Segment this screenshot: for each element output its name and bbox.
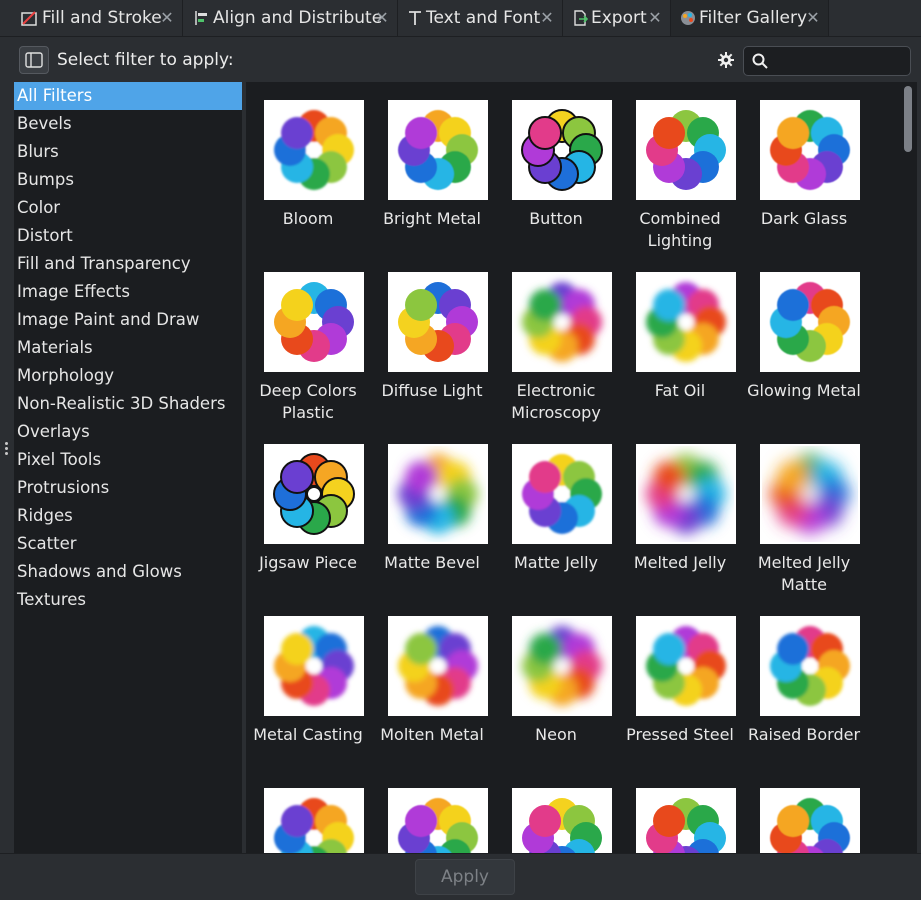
filter-label: Jigsaw Piece — [259, 553, 357, 572]
close-icon[interactable]: ✕ — [375, 9, 389, 27]
filter-label: Glowing Metal — [747, 381, 861, 400]
filter-label: Deep Colors Plastic — [259, 381, 357, 422]
toggle-sidebar-button[interactable] — [19, 46, 49, 74]
category-item-bevels[interactable]: Bevels — [14, 110, 242, 138]
filter-label: Dark Glass — [760, 209, 848, 228]
filter-thumbnail — [512, 444, 612, 544]
scrollbar-thumb[interactable] — [904, 86, 912, 152]
tab-align-and-distribute[interactable]: Align and Distribute ✕ — [183, 0, 398, 36]
filter-thumbnail — [264, 100, 364, 200]
category-item-overlays[interactable]: Overlays — [14, 418, 242, 446]
category-item-distort[interactable]: Distort — [14, 222, 242, 250]
tab-label: Filter Gallery — [699, 8, 808, 28]
filter-label: Melted Jelly — [633, 553, 727, 572]
filter-label: Button — [529, 209, 583, 228]
tab-text-and-font[interactable]: Text and Font ✕ — [398, 0, 563, 36]
filter-thumbnail — [388, 272, 488, 372]
close-icon[interactable]: ✕ — [806, 9, 820, 27]
filter-label: Metal Casting — [253, 725, 363, 744]
filter-thumbnail — [512, 272, 612, 372]
category-item-color[interactable]: Color — [14, 194, 242, 222]
search-input[interactable] — [743, 46, 911, 76]
bottom-bar: Apply — [0, 853, 921, 900]
filter-thumbnail — [760, 100, 860, 200]
filter-thumbnail — [760, 444, 860, 544]
close-icon[interactable]: ✕ — [160, 9, 174, 27]
filter-thumbnail — [264, 444, 364, 544]
category-item-shadows-and-glows[interactable]: Shadows and Glows — [14, 558, 242, 586]
filter-header: Select filter to apply: — [14, 43, 917, 79]
tab-filter-gallery[interactable]: Filter Gallery ✕ — [671, 0, 829, 36]
filter-thumbnail — [264, 272, 364, 372]
filter-thumbnail — [264, 788, 364, 853]
category-list: All Filters Bevels Blurs Bumps Color Distort F… — [14, 82, 242, 853]
filter-label: Neon — [535, 725, 577, 744]
filter-thumbnail — [760, 616, 860, 716]
tab-label: Align and Distribute — [213, 8, 383, 28]
filter-thumbnail — [636, 444, 736, 544]
category-item-pixel-tools[interactable]: Pixel Tools — [14, 446, 242, 474]
resize-grip[interactable] — [5, 442, 9, 458]
filter-thumbnail — [388, 444, 488, 544]
filter-thumbnail — [388, 100, 488, 200]
filter-label: Matte Jelly — [513, 553, 598, 572]
select-filter-label: Select filter to apply: — [57, 50, 234, 70]
category-item-blurs[interactable]: Blurs — [14, 138, 242, 166]
filter-label: Electronic Microscopy — [511, 381, 601, 422]
filter-thumbnail — [512, 788, 612, 853]
filter-label: Pressed Steel — [626, 725, 734, 744]
filter-thumbnail — [636, 788, 736, 853]
category-item-non-realistic-3d-shaders[interactable]: Non-Realistic 3D Shaders — [14, 390, 242, 418]
filter-label: Matte Bevel — [384, 553, 480, 572]
filter-label: Molten Metal — [380, 725, 484, 744]
tab-label: Fill and Stroke — [42, 8, 162, 28]
category-item-ridges[interactable]: Ridges — [14, 502, 242, 530]
category-item-materials[interactable]: Materials — [14, 334, 242, 362]
category-item-all-filters[interactable]: All Filters — [14, 82, 242, 110]
filter-label: Bloom — [282, 209, 334, 228]
filter-gallery-icon — [681, 11, 695, 25]
category-item-textures[interactable]: Textures — [14, 586, 242, 614]
category-item-bumps[interactable]: Bumps — [14, 166, 242, 194]
filter-thumbnail — [760, 272, 860, 372]
filter-thumbnail — [636, 616, 736, 716]
category-item-image-effects[interactable]: Image Effects — [14, 278, 242, 306]
filter-gallery-grid: Bloom Bright Metal Button Combined Lighting… — [246, 82, 902, 853]
align-icon — [195, 11, 207, 25]
export-icon — [574, 10, 589, 26]
sidebar-icon — [25, 52, 43, 68]
tab-label: Text and Font — [426, 8, 541, 28]
apply-button[interactable]: Apply — [415, 859, 515, 895]
filter-thumbnail — [512, 616, 612, 716]
filter-thumbnail — [388, 616, 488, 716]
category-item-scatter[interactable]: Scatter — [14, 530, 242, 558]
filter-thumbnail — [636, 100, 736, 200]
filter-thumbnail — [388, 788, 488, 853]
category-item-fill-and-transparency[interactable]: Fill and Transparency — [14, 250, 242, 278]
tab-fill-and-stroke[interactable]: Fill and Stroke ✕ — [0, 0, 183, 36]
category-item-protrusions[interactable]: Protrusions — [14, 474, 242, 502]
dock-tab-bar: Fill and Stroke ✕ Align and Distribute ✕… — [0, 0, 921, 37]
category-item-image-paint-and-draw[interactable]: Image Paint and Draw — [14, 306, 242, 334]
tab-label: Export — [591, 8, 647, 28]
filter-label: Raised Border — [747, 725, 861, 744]
gallery-scrollbar[interactable] — [902, 82, 917, 853]
text-icon — [409, 11, 421, 25]
tab-export[interactable]: Export ✕ — [563, 0, 671, 36]
filter-thumbnail — [512, 100, 612, 200]
close-icon[interactable]: ✕ — [540, 9, 554, 27]
filter-label: Diffuse Light — [381, 381, 483, 400]
search-icon — [752, 53, 768, 69]
filter-thumbnail — [264, 616, 364, 716]
fill-stroke-icon — [21, 11, 37, 26]
filter-thumbnail — [636, 272, 736, 372]
gear-icon[interactable] — [717, 51, 735, 69]
filter-label: Melted Jelly Matte — [757, 553, 851, 594]
filter-label: Bright Metal — [383, 209, 481, 228]
filter-label: Fat Oil — [654, 381, 706, 400]
category-item-morphology[interactable]: Morphology — [14, 362, 242, 390]
close-icon[interactable]: ✕ — [648, 9, 662, 27]
filter-thumbnail — [760, 788, 860, 853]
filter-label: Combined Lighting — [639, 209, 721, 250]
